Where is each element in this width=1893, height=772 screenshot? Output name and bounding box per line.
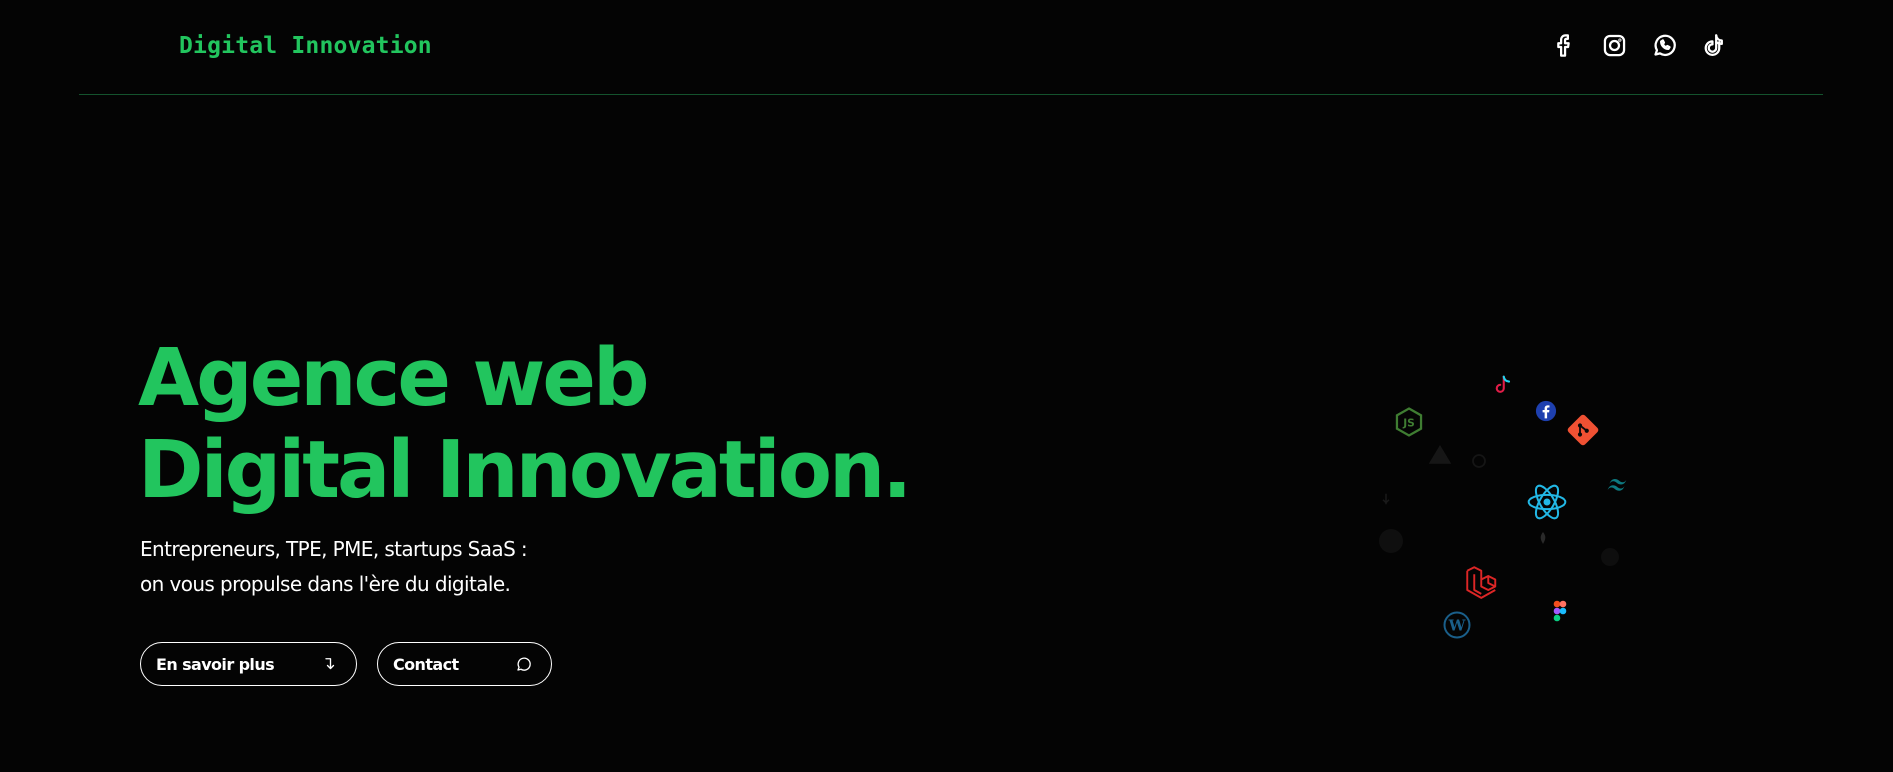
tailwind-icon bbox=[1607, 478, 1627, 491]
php-icon bbox=[1379, 529, 1403, 553]
hero-subtitle-line-2: on vous propulse dans l'ère du digitale. bbox=[140, 572, 511, 596]
whatsapp-link[interactable] bbox=[1650, 31, 1678, 59]
hero-subtitle: Entrepreneurs, TPE, PME, startups SaaS :… bbox=[140, 532, 528, 602]
contact-button[interactable]: Contact bbox=[377, 642, 552, 686]
hero-title-line-2: Digital Innovation. bbox=[138, 424, 912, 516]
chat-bubble-icon bbox=[517, 657, 531, 671]
site-logo[interactable]: Digital Innovation bbox=[179, 33, 432, 59]
svg-text:W: W bbox=[1448, 617, 1467, 635]
tailwind-tech bbox=[1602, 470, 1632, 500]
whatsapp-icon bbox=[1653, 34, 1676, 56]
figma-icon bbox=[1553, 600, 1567, 622]
mysql-icon bbox=[1540, 532, 1546, 544]
vercel-icon bbox=[1428, 445, 1452, 464]
mysql-tech bbox=[1535, 530, 1551, 546]
hero-subtitle-line-1: Entrepreneurs, TPE, PME, startups SaaS : bbox=[140, 537, 528, 561]
instagram-icon bbox=[1603, 34, 1625, 56]
laravel-tech bbox=[1462, 562, 1504, 604]
figma-tech bbox=[1549, 600, 1571, 624]
arrow-down-right-icon bbox=[325, 658, 335, 670]
learn-more-button[interactable]: En savoir plus bbox=[140, 642, 357, 686]
php-tech bbox=[1375, 525, 1407, 557]
git-tech bbox=[1565, 412, 1601, 448]
tiktok-link[interactable] bbox=[1700, 31, 1728, 59]
nextjs-tech bbox=[1598, 545, 1622, 569]
react-icon bbox=[1527, 484, 1567, 520]
nextjs-icon bbox=[1601, 548, 1619, 566]
tiktok-tech bbox=[1488, 372, 1516, 400]
github-tech bbox=[1470, 452, 1488, 470]
android-tech bbox=[1377, 490, 1395, 508]
social-links bbox=[1550, 31, 1728, 59]
learn-more-label: En savoir plus bbox=[156, 654, 275, 674]
wordpress-tech: W bbox=[1442, 610, 1472, 640]
site-header: Digital Innovation bbox=[79, 0, 1823, 95]
github-icon bbox=[1472, 454, 1486, 468]
tech-icon-cloud: JS W bbox=[1370, 360, 1650, 650]
facebook-tech bbox=[1535, 400, 1557, 422]
svg-text:JS: JS bbox=[1402, 417, 1415, 430]
hero-title-line-1: Agence web bbox=[138, 332, 650, 424]
facebook-link[interactable] bbox=[1550, 31, 1578, 59]
android-icon bbox=[1382, 493, 1390, 505]
instagram-link[interactable] bbox=[1600, 31, 1628, 59]
contact-label: Contact bbox=[393, 654, 459, 674]
react-tech bbox=[1525, 480, 1569, 524]
facebook-icon bbox=[1535, 400, 1557, 422]
laravel-icon bbox=[1466, 566, 1497, 599]
tiktok-icon bbox=[1704, 33, 1723, 56]
git-icon bbox=[1567, 414, 1599, 446]
hero-title: Agence web Digital Innovation. bbox=[138, 332, 912, 516]
tiktok-icon bbox=[1495, 375, 1511, 393]
nodejs-icon: JS bbox=[1395, 407, 1423, 437]
facebook-icon bbox=[1556, 33, 1570, 57]
nodejs-tech: JS bbox=[1392, 405, 1426, 439]
vercel-tech bbox=[1425, 440, 1455, 470]
wordpress-icon: W bbox=[1443, 611, 1471, 639]
